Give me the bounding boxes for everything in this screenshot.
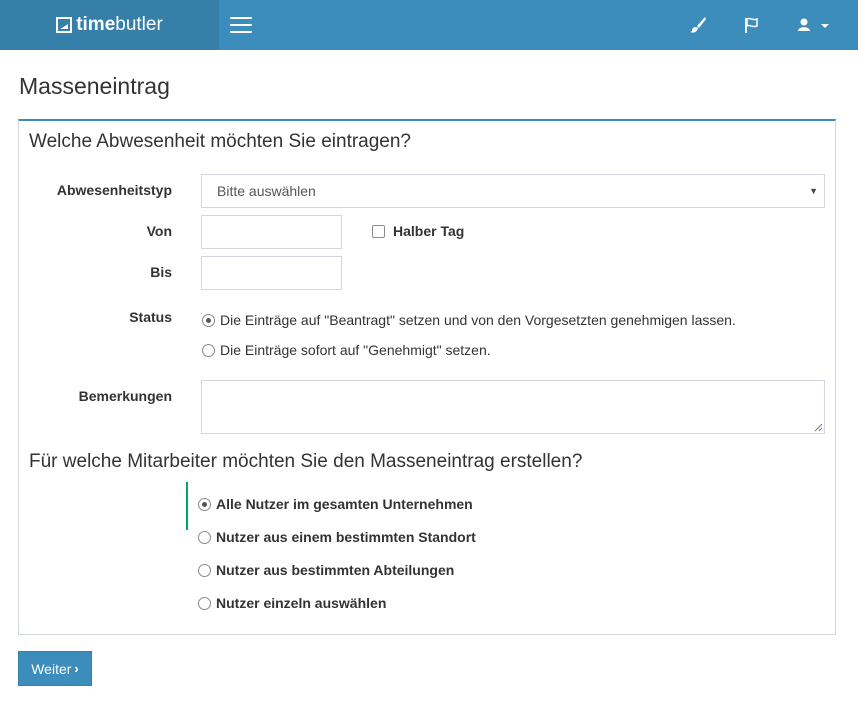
employee-option-location[interactable]: Nutzer aus einem bestimmten Standort bbox=[198, 529, 476, 545]
half-day-label: Halber Tag bbox=[393, 223, 465, 239]
status-option-approved[interactable]: Die Einträge sofort auf "Genehmigt" setz… bbox=[202, 342, 491, 358]
brush-icon[interactable] bbox=[688, 15, 708, 35]
menu-icon[interactable] bbox=[230, 17, 252, 33]
employee-option-label: Nutzer aus bestimmten Abteilungen bbox=[216, 562, 455, 578]
mass-entry-form: Welche Abwesenheit möchten Sie eintragen… bbox=[18, 119, 836, 635]
absence-section-title: Welche Abwesenheit möchten Sie eintragen… bbox=[29, 131, 412, 152]
half-day-row[interactable]: Halber Tag bbox=[372, 223, 464, 239]
to-label: Bis bbox=[150, 264, 172, 280]
from-label: Von bbox=[146, 223, 172, 239]
logo[interactable]: time butler bbox=[0, 0, 219, 50]
employee-radio-location[interactable] bbox=[198, 530, 211, 544]
absence-type-select[interactable]: Bitte auswählen ▼ bbox=[201, 174, 825, 208]
employee-option-label: Alle Nutzer im gesamten Unternehmen bbox=[216, 496, 473, 512]
employee-option-label: Nutzer aus einem bestimmten Standort bbox=[216, 529, 476, 545]
employee-option-label: Nutzer einzeln auswählen bbox=[216, 595, 387, 611]
employee-option-individual[interactable]: Nutzer einzeln auswählen bbox=[198, 595, 386, 611]
logo-mark-icon bbox=[56, 17, 73, 33]
caret-down-icon bbox=[821, 24, 829, 28]
remarks-label: Bemerkungen bbox=[78, 388, 172, 404]
employee-option-departments[interactable]: Nutzer aus bestimmten Abteilungen bbox=[198, 562, 454, 578]
employee-radio-individual[interactable] bbox=[198, 596, 211, 610]
status-option-requested[interactable]: Die Einträge auf "Beantragt" setzen und … bbox=[202, 312, 736, 328]
status-option-label: Die Einträge sofort auf "Genehmigt" setz… bbox=[220, 342, 491, 358]
status-radio-requested[interactable] bbox=[202, 313, 215, 327]
status-option-label: Die Einträge auf "Beantragt" setzen und … bbox=[220, 312, 736, 328]
logo-inner: time butler bbox=[56, 14, 163, 36]
employees-section-title: Für welche Mitarbeiter möchten Sie den M… bbox=[29, 451, 583, 472]
page-title: Masseneintrag bbox=[19, 73, 170, 99]
logo-text-bold: time bbox=[76, 14, 116, 35]
half-day-checkbox[interactable] bbox=[372, 224, 385, 238]
resize-grip-icon[interactable] bbox=[814, 423, 823, 432]
status-radio-approved[interactable] bbox=[202, 343, 215, 357]
status-label: Status bbox=[129, 309, 172, 325]
employee-radio-departments[interactable] bbox=[198, 563, 211, 577]
absence-type-label: Abwesenheitstyp bbox=[56, 182, 172, 198]
next-button-label: Weiter bbox=[31, 660, 72, 677]
user-icon bbox=[798, 18, 810, 31]
select-caret-icon: ▼ bbox=[809, 186, 818, 196]
chevron-right-icon: › bbox=[74, 661, 79, 676]
next-button[interactable]: Weiter › bbox=[18, 651, 92, 686]
user-menu[interactable] bbox=[795, 15, 831, 35]
remarks-textarea[interactable] bbox=[201, 380, 825, 434]
absence-type-value: Bitte auswählen bbox=[217, 183, 316, 199]
selected-option-indicator bbox=[186, 482, 188, 530]
employee-radio-all[interactable] bbox=[198, 497, 211, 511]
employee-option-all[interactable]: Alle Nutzer im gesamten Unternehmen bbox=[198, 496, 473, 512]
flag-icon[interactable] bbox=[742, 15, 762, 35]
logo-text-light: butler bbox=[115, 14, 163, 35]
top-navbar: time butler bbox=[0, 0, 858, 50]
to-date-input[interactable] bbox=[201, 256, 342, 290]
from-date-input[interactable] bbox=[201, 215, 342, 249]
